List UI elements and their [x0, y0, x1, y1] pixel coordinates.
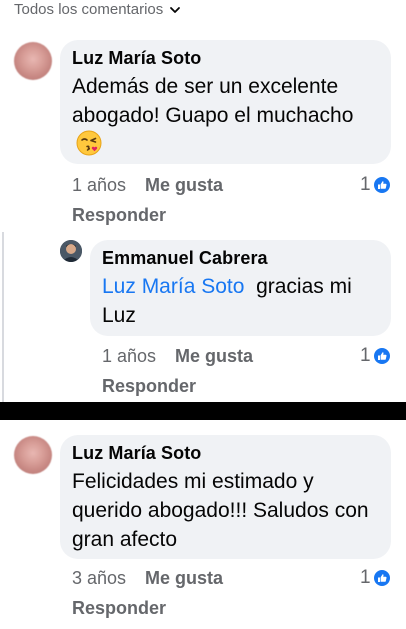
avatar[interactable] — [60, 240, 82, 262]
reply-button[interactable]: Responder — [72, 598, 166, 619]
comment-actions: 1 años Me gusta — [102, 346, 253, 367]
like-button[interactable]: Me gusta — [175, 346, 253, 367]
thread-line — [2, 232, 4, 402]
comment-age[interactable]: 1 años — [72, 175, 126, 196]
comments-panel-bottom: Luz María Soto Felicidades mi estimado y… — [0, 420, 406, 629]
comment-age[interactable]: 1 años — [102, 346, 156, 367]
reply-button[interactable]: Responder — [102, 376, 196, 397]
comment-author[interactable]: Emmanuel Cabrera — [102, 248, 379, 269]
comment-bubble: Luz María Soto Felicidades mi estimado y… — [60, 435, 391, 559]
mention-link[interactable]: Luz María Soto — [102, 275, 244, 298]
comment-age[interactable]: 3 años — [72, 568, 126, 589]
thumbs-up-icon — [373, 348, 390, 364]
reaction-count-value: 1 — [360, 174, 371, 195]
like-button[interactable]: Me gusta — [145, 568, 223, 589]
reaction-count[interactable]: 1 — [360, 567, 390, 589]
avatar[interactable] — [14, 42, 52, 80]
thumbs-up-icon — [373, 177, 390, 193]
reaction-count-value: 1 — [360, 567, 371, 588]
chevron-down-icon — [170, 6, 181, 13]
comments-panel-top: Todos los comentarios Luz María Soto Ade… — [0, 0, 406, 402]
reaction-count[interactable]: 1 — [360, 174, 390, 196]
reply-button[interactable]: Responder — [72, 205, 166, 226]
comment-text: Además de ser un excelente abogado! Guap… — [72, 72, 379, 159]
comment-actions: 1 años Me gusta — [72, 175, 223, 196]
avatar[interactable] — [14, 436, 52, 474]
like-button[interactable]: Me gusta — [145, 175, 223, 196]
comment-author[interactable]: Luz María Soto — [72, 48, 379, 69]
reply-bubble: Emmanuel Cabrera Luz María Soto gracias … — [90, 240, 391, 336]
reaction-count-value: 1 — [360, 345, 371, 366]
comment-actions: 3 años Me gusta — [72, 568, 223, 589]
comment-filter-dropdown[interactable]: Todos los comentarios — [14, 1, 181, 18]
user-photo-icon — [60, 240, 82, 262]
thumbs-up-icon — [373, 570, 390, 586]
comment-bubble: Luz María Soto Además de ser un excelent… — [60, 40, 391, 164]
comment-text: Luz María Soto gracias mi Luz — [102, 275, 352, 327]
comment-author[interactable]: Luz María Soto — [72, 443, 379, 464]
comment-text: Felicidades mi estimado y querido abogad… — [72, 470, 369, 551]
kissing-face-emoji-icon — [76, 130, 102, 156]
filter-label: Todos los comentarios — [14, 1, 164, 18]
reaction-count[interactable]: 1 — [360, 345, 390, 367]
